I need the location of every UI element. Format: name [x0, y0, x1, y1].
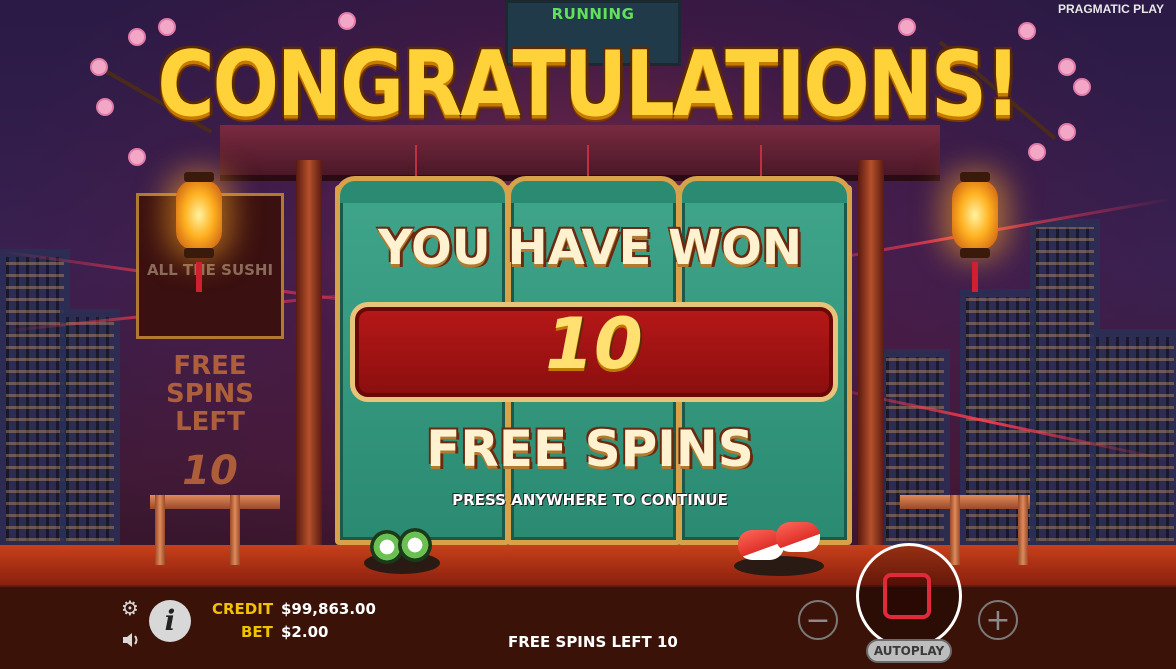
blossom-flower	[1030, 145, 1044, 159]
info-button[interactable]: i	[149, 600, 191, 642]
sushi-roll-icon	[398, 528, 432, 562]
lantern-right	[952, 172, 998, 258]
pillar-right	[858, 160, 884, 560]
railing-post	[155, 495, 165, 565]
congratulations-headline: CONGRATULATIONS!	[157, 33, 1020, 137]
autoplay-button[interactable]: AUTOPLAY	[866, 639, 952, 663]
free-spins-text: FREE SPINS	[426, 420, 754, 478]
bet-decrease-button[interactable]: −	[798, 600, 838, 640]
nigiri-sushi-icon	[776, 522, 820, 552]
bet-value: $2.00	[281, 623, 329, 641]
blossom-flower	[130, 150, 144, 164]
game-title: RUNNING	[551, 5, 635, 23]
credit-value: $99,863.00	[281, 600, 376, 618]
bet-increase-button[interactable]: +	[978, 600, 1018, 640]
you-have-won-text: YOU HAVE WON	[377, 220, 803, 276]
railing-post	[950, 495, 960, 565]
blossom-flower	[160, 20, 174, 34]
railing-right	[900, 495, 1030, 509]
railing-post	[230, 495, 240, 565]
stop-square-icon	[883, 573, 931, 619]
free-spins-left-sign-value: 10	[182, 448, 238, 494]
skyline-building	[60, 309, 120, 549]
provider-logo: PRAGMATIC PLAY	[1057, 2, 1164, 16]
free-spins-left-status: FREE SPINS LEFT 10	[508, 633, 678, 651]
lantern-tassel	[972, 262, 978, 292]
skyline-building	[1090, 329, 1176, 549]
free-spins-left-sign-label: FREE SPINS LEFT	[166, 351, 254, 437]
game-stage[interactable]: RUNNING PRAGMATIC PLAY ALL THE SUSHI FRE…	[0, 0, 1176, 669]
pillar-left	[296, 160, 322, 560]
blossom-flower	[900, 20, 914, 34]
speaker-icon[interactable]	[120, 629, 142, 651]
stage-floor	[0, 545, 1176, 585]
railing-post	[1018, 495, 1028, 565]
lantern-tassel	[196, 262, 202, 292]
lantern-left	[176, 172, 222, 258]
win-amount: 10	[545, 303, 643, 385]
railing-left	[150, 495, 280, 509]
bet-label: BET	[241, 623, 273, 641]
background-sign-text: ALL THE SUSHI	[146, 261, 274, 279]
press-anywhere-hint[interactable]: PRESS ANYWHERE TO CONTINUE	[340, 491, 840, 509]
skyline-building	[880, 349, 950, 549]
blossom-flower	[340, 14, 354, 28]
settings-gear-icon[interactable]: ⚙	[119, 597, 141, 619]
credit-label: CREDIT	[212, 600, 274, 618]
